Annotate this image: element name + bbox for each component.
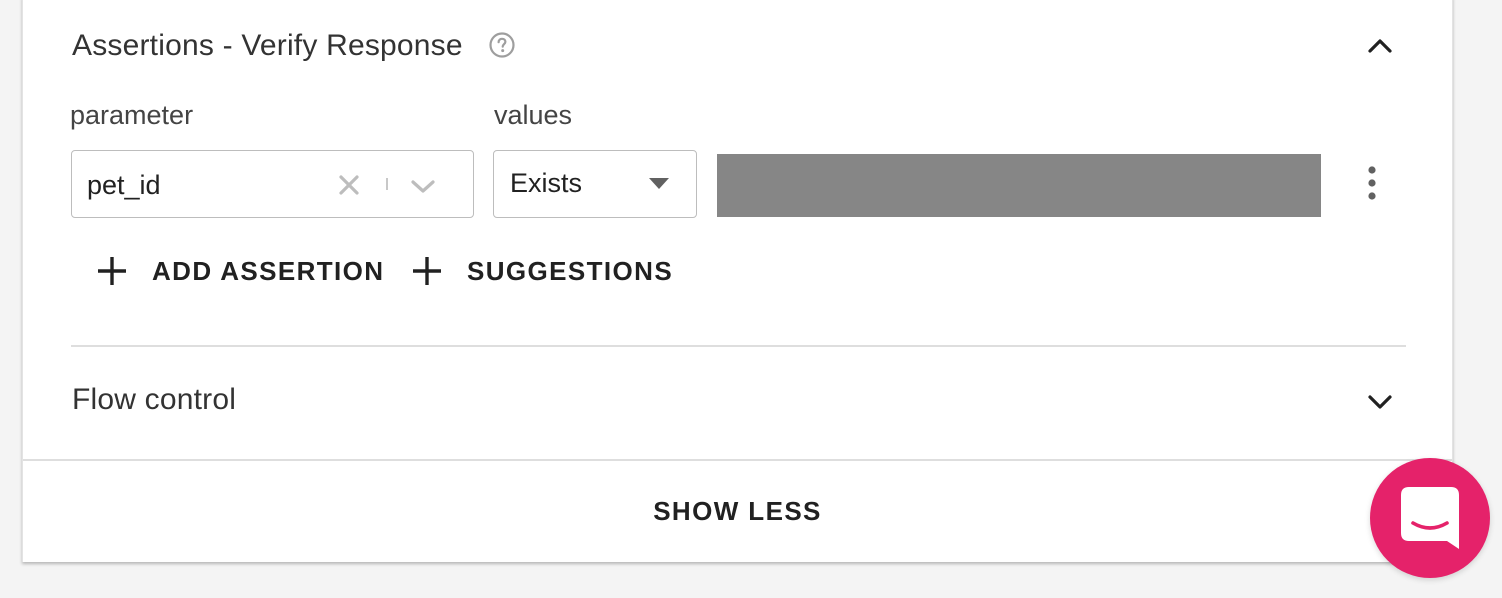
parameter-label: parameter xyxy=(70,100,194,130)
help-icon[interactable] xyxy=(489,32,515,58)
show-less-button[interactable]: SHOW LESS xyxy=(23,460,1452,562)
close-icon[interactable] xyxy=(336,172,362,198)
section-divider xyxy=(71,345,1406,347)
test-step-card: Assertions - Verify Response parameter v… xyxy=(22,0,1453,562)
chat-launcher-button[interactable] xyxy=(1370,458,1490,578)
values-select[interactable]: Exists xyxy=(493,150,697,218)
parameter-value: pet_id xyxy=(87,170,161,200)
chat-icon xyxy=(1401,487,1459,549)
plus-icon xyxy=(413,257,441,285)
add-assertion-button[interactable]: ADD ASSERTION xyxy=(95,248,384,294)
assertions-section-title: Assertions - Verify Response xyxy=(72,29,463,62)
add-assertion-label: ADD ASSERTION xyxy=(152,255,385,286)
suggestions-label: SUGGESTIONS xyxy=(467,255,674,286)
values-label: values xyxy=(494,100,573,130)
indicator-separator xyxy=(386,178,388,190)
assertion-value-field-redacted[interactable] xyxy=(717,154,1321,217)
caret-down-icon xyxy=(649,178,669,189)
plus-icon xyxy=(98,257,126,285)
chevron-down-icon[interactable] xyxy=(1366,388,1394,416)
chevron-up-icon[interactable] xyxy=(1366,32,1394,60)
chevron-down-icon[interactable] xyxy=(408,171,438,201)
values-selected: Exists xyxy=(510,168,583,198)
parameter-select[interactable]: pet_id xyxy=(71,150,474,218)
more-vertical-icon[interactable] xyxy=(1357,164,1387,202)
flow-control-title[interactable]: Flow control xyxy=(72,383,236,417)
suggestions-button[interactable]: SUGGESTIONS xyxy=(410,248,673,294)
